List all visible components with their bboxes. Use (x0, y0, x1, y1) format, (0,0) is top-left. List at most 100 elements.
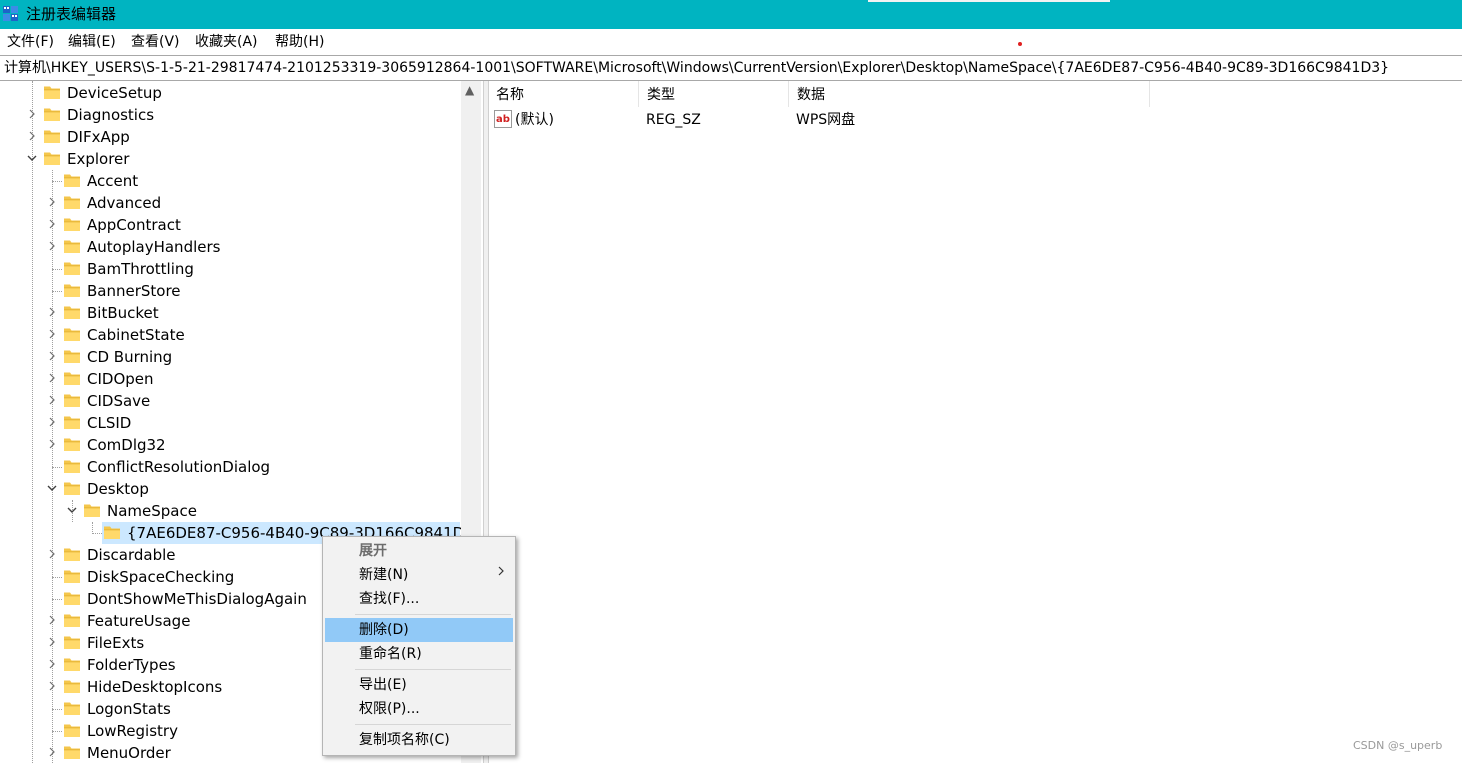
context-menu-item[interactable]: 导出(E) (325, 673, 513, 697)
menu-edit[interactable]: 编辑(E) (68, 32, 116, 52)
context-menu-item-label: 复制项名称(C) (359, 732, 450, 748)
tree-item-label: NameSpace (107, 502, 197, 520)
folder-icon (64, 679, 80, 693)
watermark: CSDN @s_uperb (1353, 739, 1443, 752)
title-bar-highlight (868, 0, 1110, 2)
folder-icon (64, 591, 80, 605)
menu-view[interactable]: 查看(V) (131, 32, 180, 52)
context-menu-item[interactable]: 新建(N) (325, 563, 513, 587)
chevron-down-icon[interactable] (66, 504, 78, 518)
chevron-right-icon[interactable] (46, 614, 58, 628)
column-header-type[interactable]: 类型 (639, 81, 789, 107)
tree-guide-line (52, 181, 62, 182)
chevron-right-icon[interactable] (46, 196, 58, 210)
folder-icon (44, 85, 60, 99)
menu-favorites[interactable]: 收藏夹(A) (195, 32, 258, 52)
chevron-down-icon[interactable] (46, 482, 58, 496)
tree-item-label: MenuOrder (87, 744, 171, 762)
values-list[interactable]: 名称 类型 数据 ab (默认) REG_SZ WPS网盘 (488, 81, 1462, 763)
tree-item-label: LogonStats (87, 700, 171, 718)
tree-item[interactable]: CD Burning (0, 346, 460, 368)
context-menu-item[interactable]: 权限(P)... (325, 697, 513, 721)
tree-item[interactable]: AppContract (0, 214, 460, 236)
context-menu-item[interactable]: 查找(F)... (325, 587, 513, 611)
tree-item[interactable]: BannerStore (0, 280, 460, 302)
context-menu-item[interactable]: 重命名(R) (325, 642, 513, 666)
title-bar[interactable]: 注册表编辑器 (0, 0, 1462, 29)
address-bar[interactable]: 计算机\HKEY_USERS\S-1-5-21-29817474-2101253… (0, 55, 1462, 81)
chevron-right-icon[interactable] (46, 658, 58, 672)
tree-item[interactable]: BamThrottling (0, 258, 460, 280)
tree-item-label: FileExts (87, 634, 145, 652)
tree-item-label: ComDlg32 (87, 436, 166, 454)
tree-item-label: Discardable (87, 546, 176, 564)
scroll-up-icon[interactable]: ▲ (465, 83, 474, 97)
chevron-right-icon[interactable] (46, 350, 58, 364)
chevron-right-icon[interactable] (46, 416, 58, 430)
chevron-right-icon[interactable] (46, 306, 58, 320)
tree-item[interactable]: DIFxApp (0, 126, 460, 148)
folder-icon (64, 613, 80, 627)
value-row[interactable]: ab (默认) REG_SZ WPS网盘 (488, 109, 1462, 131)
tree-item[interactable]: Diagnostics (0, 104, 460, 126)
tree-item[interactable]: BitBucket (0, 302, 460, 324)
tree-item-label: CD Burning (87, 348, 173, 366)
menu-bar: 文件(F) 编辑(E) 查看(V) 收藏夹(A) 帮助(H) (0, 29, 1462, 54)
chevron-right-icon[interactable] (46, 240, 58, 254)
context-menu-item[interactable]: 展开 (325, 539, 513, 563)
tree-item[interactable]: CabinetState (0, 324, 460, 346)
chevron-right-icon[interactable] (46, 372, 58, 386)
tree-item-label: CabinetState (87, 326, 185, 344)
tree-item[interactable]: DeviceSetup (0, 82, 460, 104)
context-menu-item-label: 查找(F)... (359, 591, 420, 607)
tree-item[interactable]: Accent (0, 170, 460, 192)
tree-item[interactable]: ComDlg32 (0, 434, 460, 456)
tree-guide-line (52, 599, 62, 600)
folder-icon (64, 327, 80, 341)
tree-item-label: CIDSave (87, 392, 151, 410)
folder-icon (64, 569, 80, 583)
menu-file[interactable]: 文件(F) (7, 32, 54, 52)
folder-icon (44, 151, 60, 165)
tree-item-label: BitBucket (87, 304, 159, 322)
folder-icon (64, 657, 80, 671)
tree-item[interactable]: CLSID (0, 412, 460, 434)
chevron-down-icon[interactable] (26, 152, 38, 166)
tree-item[interactable]: Advanced (0, 192, 460, 214)
red-dot-mark (1018, 42, 1022, 46)
chevron-right-icon[interactable] (46, 394, 58, 408)
folder-icon (64, 437, 80, 451)
tree-item[interactable]: AutoplayHandlers (0, 236, 460, 258)
context-menu-item[interactable]: 删除(D) (325, 618, 513, 642)
column-header-type-label: 类型 (647, 87, 675, 103)
value-data: WPS网盘 (796, 112, 856, 128)
tree-item[interactable]: CIDOpen (0, 368, 460, 390)
tree-item[interactable]: CIDSave (0, 390, 460, 412)
address-path[interactable]: 计算机\HKEY_USERS\S-1-5-21-29817474-2101253… (4, 58, 1389, 78)
window-title: 注册表编辑器 (26, 5, 117, 23)
chevron-right-icon[interactable] (46, 438, 58, 452)
column-header-name[interactable]: 名称 (488, 81, 639, 107)
tree-item[interactable]: Desktop (0, 478, 460, 500)
menu-help[interactable]: 帮助(H) (275, 32, 324, 52)
chevron-right-icon[interactable] (46, 328, 58, 342)
tree-item-label: DontShowMeThisDialogAgain (87, 590, 307, 608)
tree-item-label: Desktop (87, 480, 149, 498)
tree-item-label: AppContract (87, 216, 181, 234)
chevron-right-icon[interactable] (26, 108, 38, 122)
tree-item[interactable]: NameSpace (0, 500, 460, 522)
chevron-right-icon[interactable] (26, 130, 38, 144)
folder-icon (64, 459, 80, 473)
tree-item-label: LowRegistry (87, 722, 178, 740)
column-header-data[interactable]: 数据 (789, 81, 1150, 107)
tree-item[interactable]: Explorer (0, 148, 460, 170)
chevron-right-icon[interactable] (46, 548, 58, 562)
chevron-right-icon[interactable] (46, 636, 58, 650)
chevron-right-icon[interactable] (46, 746, 58, 760)
chevron-right-icon[interactable] (46, 680, 58, 694)
chevron-right-icon[interactable] (46, 218, 58, 232)
tree-guide-line (52, 731, 62, 732)
tree-item-label: Accent (87, 172, 139, 190)
context-menu-item[interactable]: 复制项名称(C) (325, 728, 513, 752)
tree-item[interactable]: ConflictResolutionDialog (0, 456, 460, 478)
